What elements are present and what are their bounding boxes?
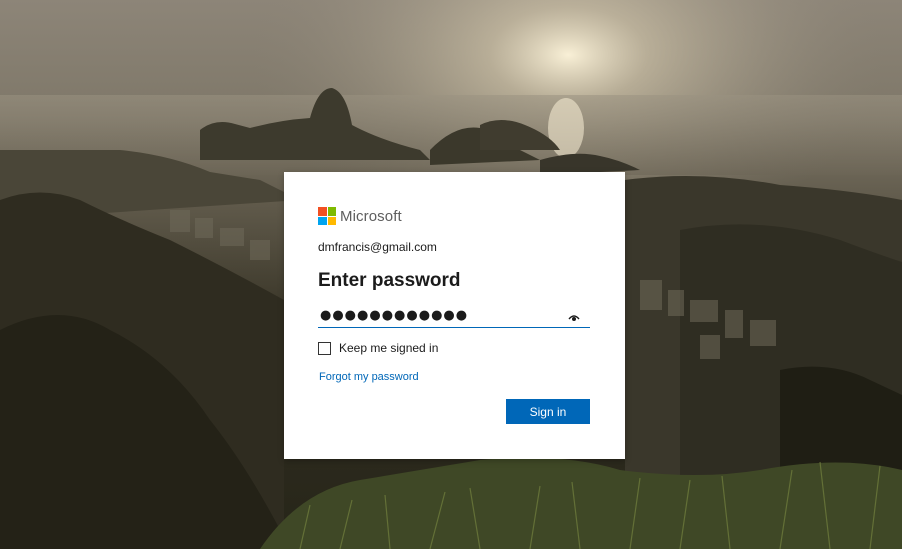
page-title: Enter password	[318, 270, 461, 291]
sign-in-button[interactable]: Sign in	[506, 399, 590, 424]
account-email[interactable]: dmfrancis@gmail.com	[318, 240, 437, 254]
password-input[interactable]	[318, 305, 562, 325]
keep-signed-in-label: Keep me signed in	[339, 341, 439, 355]
logo-tile-red	[318, 207, 327, 216]
brand-name: Microsoft	[340, 207, 402, 225]
eye-icon[interactable]	[568, 310, 580, 321]
brand: Microsoft	[318, 207, 402, 225]
forgot-password-link[interactable]: Forgot my password	[319, 371, 419, 383]
microsoft-logo-icon	[318, 207, 336, 225]
keep-signed-in[interactable]: Keep me signed in	[318, 341, 438, 355]
logo-tile-green	[327, 207, 336, 216]
keep-signed-in-checkbox[interactable]	[318, 341, 331, 355]
password-field-wrapper	[318, 305, 590, 328]
logo-tile-yellow	[327, 216, 336, 225]
signin-card: Microsoft dmfrancis@gmail.com Enter pass…	[284, 172, 625, 459]
logo-tile-blue	[318, 216, 327, 225]
